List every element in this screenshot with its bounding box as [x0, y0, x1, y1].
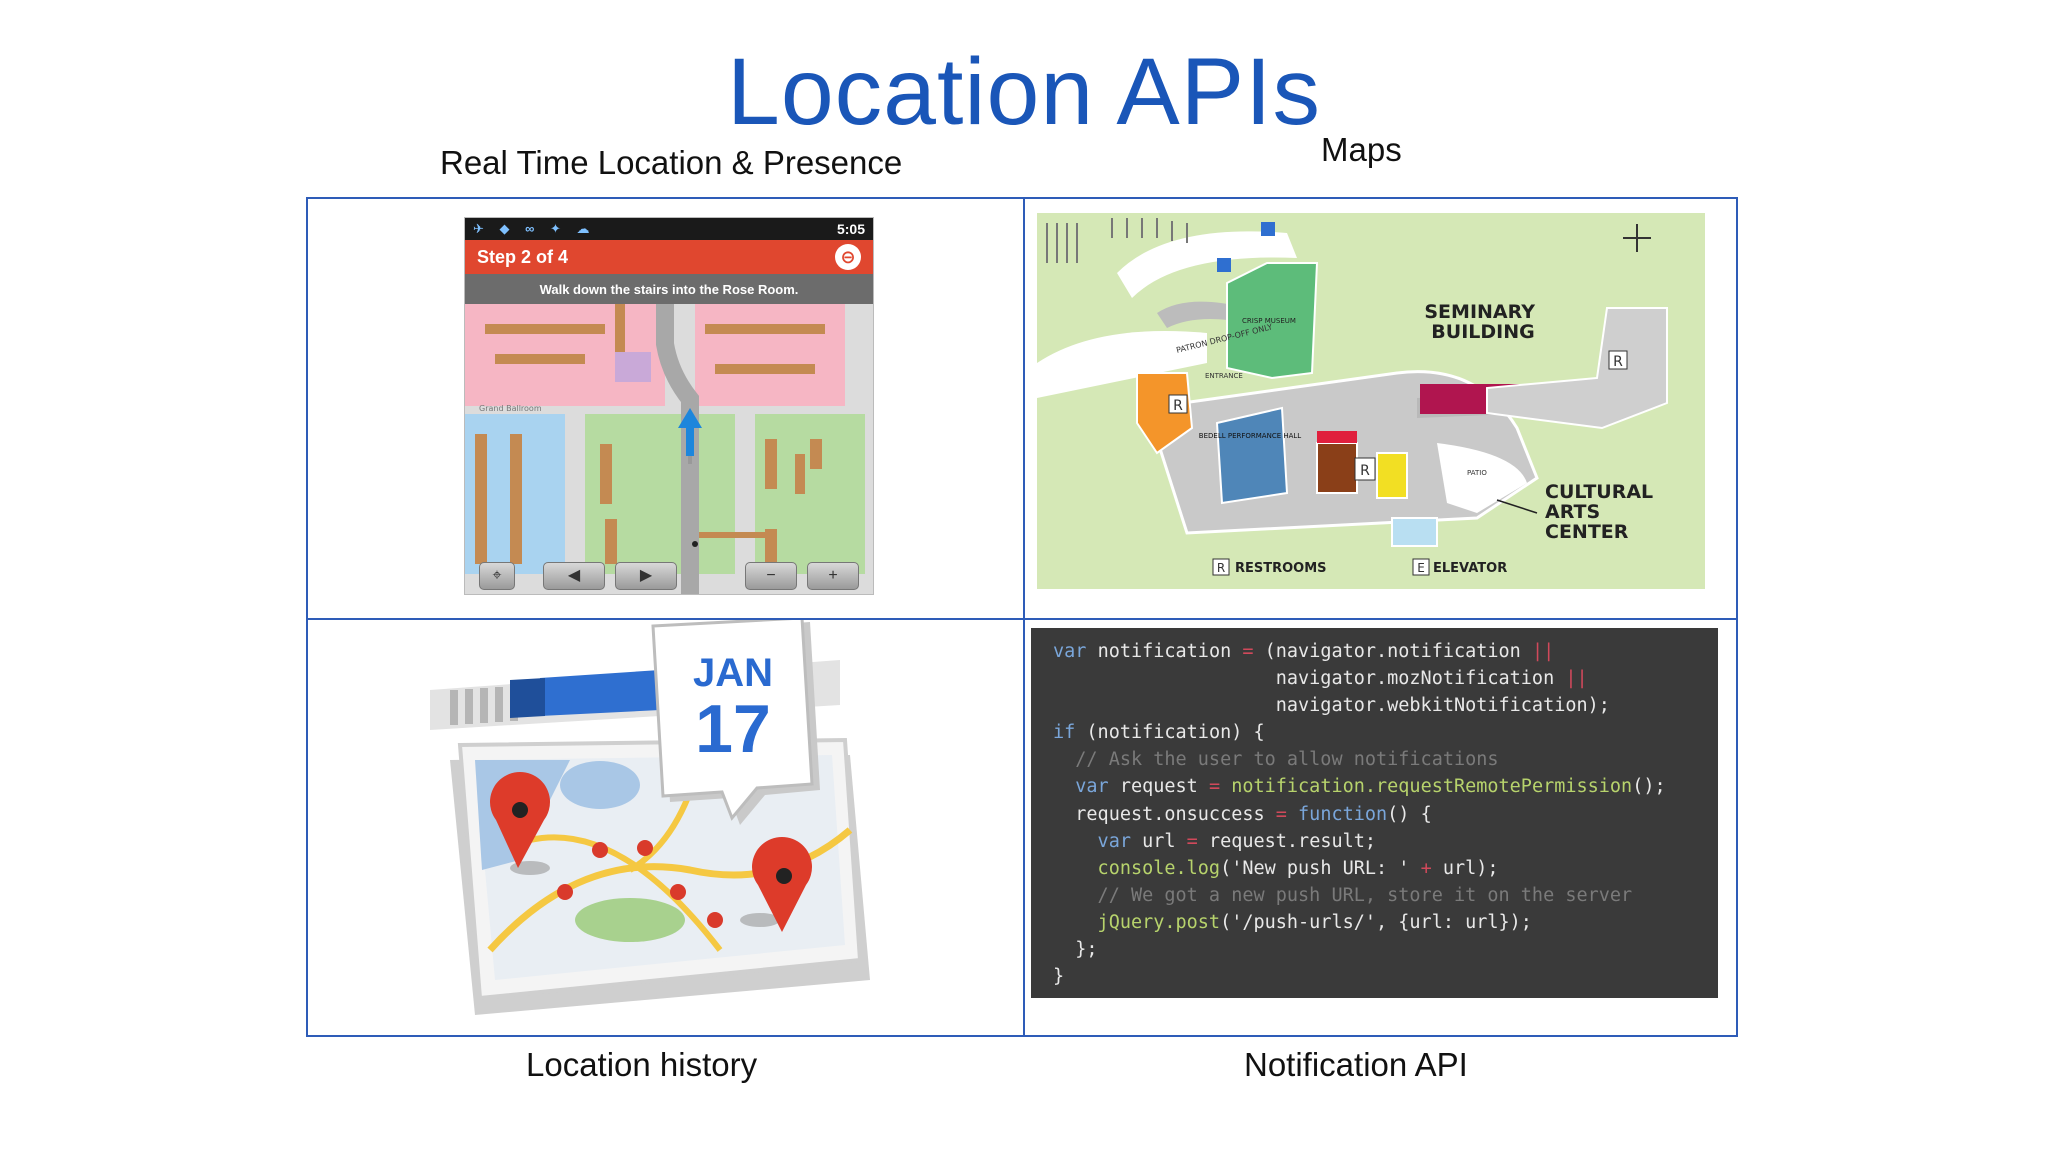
caption-location-history: Location history [526, 1046, 758, 1083]
code-line: var request = notification.requestRemote… [1053, 773, 1696, 800]
code-token: url); [1442, 857, 1499, 879]
code-token: if [1053, 722, 1087, 744]
svg-text:R: R [1613, 354, 1623, 370]
code-token: notification [1097, 641, 1243, 662]
calendar-month: JAN [693, 651, 773, 695]
phone-screenshot: ✈ ◆ ∞ ✦ ☁ 5:05 Step 2 of 4 ⊖ Walk down t… [464, 217, 874, 595]
instruction-text: Walk down the stairs into the Rose Room. [465, 274, 873, 304]
patio-label: PATIO [1467, 469, 1487, 477]
code-token: request.result; [1208, 830, 1377, 852]
image-grid: ✈ ◆ ∞ ✦ ☁ 5:05 Step 2 of 4 ⊖ Walk down t… [306, 197, 1738, 1037]
code-line: jQuery.post('/push-urls/', {url: url}); [1053, 909, 1696, 936]
notification-api-panel: var notification = (navigator.notificati… [1025, 620, 1736, 1035]
location-history-illustration: JAN 17 [430, 620, 870, 1015]
code-line: var url = request.result; [1053, 828, 1696, 855]
code-snippet: var notification = (navigator.notificati… [1031, 628, 1718, 998]
code-token: ('/push-urls/', {url: url}); [1220, 911, 1532, 933]
bedell-hall-label: BEDELL PERFORMANCE HALL [1199, 432, 1302, 440]
code-line: request.onsuccess = function() { [1053, 801, 1696, 828]
caption-realtime-location: Real Time Location & Presence [440, 144, 903, 181]
code-line: navigator.webkitNotification); [1053, 692, 1696, 719]
phone-status-bar: ✈ ◆ ∞ ✦ ☁ 5:05 [465, 218, 873, 240]
status-icons: ✈ ◆ ∞ ✦ ☁ [473, 221, 596, 236]
svg-text:R: R [1173, 398, 1183, 414]
code-token: var [1053, 830, 1143, 852]
code-token: + [1420, 857, 1443, 879]
code-token: ('New push URL: ' [1220, 857, 1421, 879]
code-line: if (notification) { [1053, 719, 1696, 746]
location-history-panel: JAN 17 [308, 620, 1023, 1035]
locate-icon[interactable]: ⌖ [479, 562, 515, 590]
next-step-icon[interactable]: ▶ [615, 562, 677, 590]
prev-step-icon[interactable]: ◀ [543, 562, 605, 590]
code-token: console.log [1053, 857, 1221, 879]
map-toolbar: ⌖ ◀ ▶ − + [465, 558, 873, 594]
code-token: (navigator.notification [1264, 641, 1532, 662]
exit-icon[interactable]: ⊖ [835, 244, 861, 270]
map-street-label: Grand Ballroom [479, 404, 542, 413]
legend-restrooms: RESTROOMS [1235, 561, 1327, 576]
svg-text:R: R [1360, 463, 1370, 479]
code-token: var [1053, 641, 1098, 662]
calendar-day: 17 [695, 691, 771, 767]
code-line: // Ask the user to allow notifications [1053, 746, 1696, 773]
code-token: () { [1387, 803, 1432, 825]
step-label: Step 2 of 4 [477, 246, 569, 267]
indoor-map[interactable]: Grand Ballroom [465, 304, 873, 594]
seminary-building-label: SEMINARY BUILDING [1424, 301, 1541, 343]
code-token: request.onsuccess [1053, 803, 1276, 825]
code-token: = [1186, 830, 1209, 852]
code-token: function [1298, 803, 1388, 825]
legend-elevator: ELEVATOR [1433, 561, 1507, 576]
caption-notification-api: Notification API [1244, 1046, 1468, 1083]
caption-maps: Maps [1321, 131, 1402, 168]
campus-map[interactable]: CRISP MUSEUM BEDELL PERFORMANCE HALL R R… [1037, 213, 1705, 589]
realtime-location-panel: ✈ ◆ ∞ ✦ ☁ 5:05 Step 2 of 4 ⊖ Walk down t… [308, 199, 1023, 618]
code-line: navigator.mozNotification || [1053, 665, 1696, 692]
zoom-in-icon[interactable]: + [807, 562, 859, 590]
code-token: = [1242, 641, 1265, 662]
code-line: console.log('New push URL: ' + url); [1053, 855, 1696, 882]
slide-title: Location APIs [727, 39, 1321, 145]
entrance-label: ENTRANCE [1205, 372, 1243, 380]
code-token: navigator.webkitNotification); [1053, 695, 1610, 717]
svg-text:E: E [1417, 561, 1425, 575]
code-line: }; [1053, 936, 1696, 963]
code-token: // We got a new push URL, store it on th… [1053, 884, 1633, 906]
svg-text:R: R [1217, 561, 1225, 575]
zoom-out-icon[interactable]: − [745, 562, 797, 590]
code-line: } [1053, 963, 1696, 990]
code-line: // We got a new push URL, store it on th… [1053, 882, 1696, 909]
step-header: Step 2 of 4 ⊖ [465, 240, 873, 274]
code-token: (notification) { [1086, 722, 1265, 744]
code-token: (); [1632, 776, 1666, 798]
code-token: // Ask the user to allow notifications [1053, 749, 1499, 771]
code-token: || [1531, 641, 1555, 662]
code-token: request [1119, 776, 1209, 798]
code-token: url [1142, 830, 1187, 852]
code-token: var [1053, 776, 1120, 798]
code-token: navigator.mozNotification [1053, 668, 1566, 690]
code-line: var notification = (navigator.notificati… [1053, 638, 1696, 665]
code-token: || [1565, 668, 1588, 690]
maps-panel: CRISP MUSEUM BEDELL PERFORMANCE HALL R R… [1025, 199, 1736, 618]
code-token: = [1275, 803, 1299, 825]
code-token: } [1053, 966, 1065, 988]
code-token: }; [1053, 939, 1098, 961]
code-token: = [1208, 776, 1232, 798]
status-time: 5:05 [836, 221, 865, 237]
code-token: notification.requestRemotePermission [1231, 776, 1633, 798]
code-token: jQuery.post [1053, 911, 1221, 933]
